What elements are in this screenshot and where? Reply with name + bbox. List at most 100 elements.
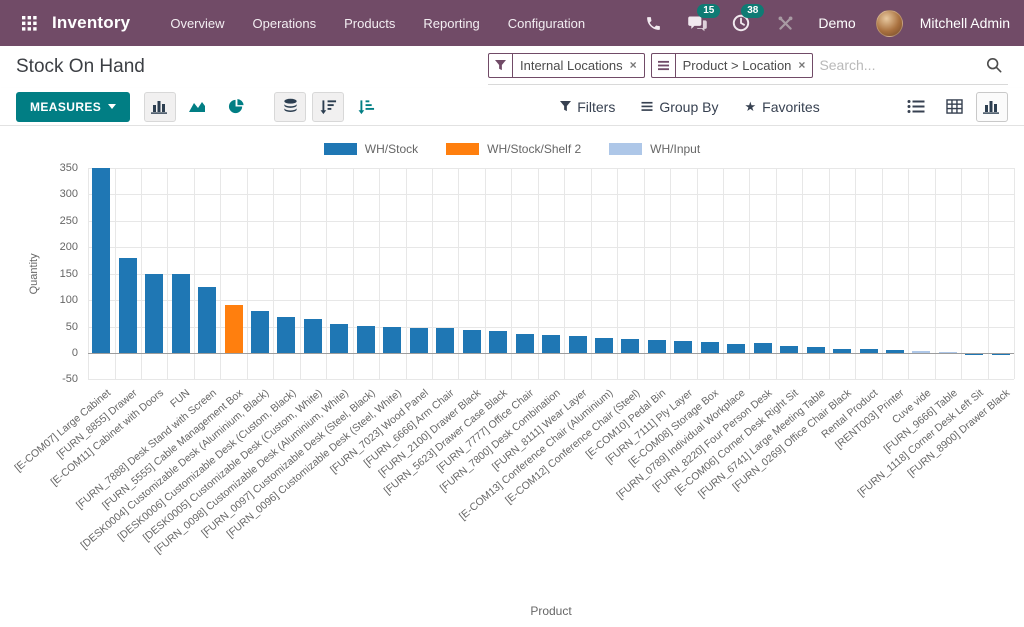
chart-bar[interactable] bbox=[701, 342, 719, 353]
view-switcher bbox=[900, 92, 1008, 122]
chart-bar[interactable] bbox=[119, 258, 137, 353]
search-input[interactable] bbox=[819, 57, 982, 73]
search-bar: Internal Locations × Product > Location … bbox=[488, 50, 1008, 85]
gridline bbox=[88, 300, 1014, 301]
list-view-icon[interactable] bbox=[900, 92, 932, 122]
menu-overview[interactable]: Overview bbox=[156, 0, 238, 46]
chart-bar[interactable] bbox=[780, 346, 798, 353]
chart-bar[interactable] bbox=[489, 331, 507, 353]
chart-bar[interactable] bbox=[198, 287, 216, 353]
chart-bar[interactable] bbox=[357, 326, 375, 354]
chart-bar[interactable] bbox=[251, 311, 269, 353]
graph-view-icon[interactable] bbox=[976, 92, 1008, 122]
y-axis-tick: 200 bbox=[34, 241, 78, 253]
remove-facet-icon[interactable]: × bbox=[798, 54, 812, 77]
chart-bar[interactable] bbox=[330, 324, 348, 353]
apps-menu-icon[interactable] bbox=[14, 8, 44, 38]
filter-icon bbox=[489, 54, 513, 77]
chart-bar[interactable] bbox=[145, 274, 163, 353]
y-axis-tick: 100 bbox=[34, 294, 78, 306]
remove-facet-icon[interactable]: × bbox=[630, 54, 644, 77]
y-axis-tick: 0 bbox=[34, 347, 78, 359]
search-options: Filters Group By ★ Favorites bbox=[560, 99, 820, 115]
gridline bbox=[88, 247, 1014, 248]
zero-axis-line bbox=[88, 353, 1014, 354]
filters-label: Filters bbox=[577, 99, 615, 115]
bar-chart-mode-icon[interactable] bbox=[144, 92, 176, 122]
demo-label[interactable]: Demo bbox=[818, 15, 855, 31]
legend-entry[interactable]: WH/Input bbox=[609, 142, 700, 156]
chart-bar[interactable] bbox=[383, 327, 401, 353]
sort-descending-icon[interactable] bbox=[312, 92, 344, 122]
top-navbar: Inventory Overview Operations Products R… bbox=[0, 0, 1024, 46]
sort-ascending-icon[interactable] bbox=[350, 92, 382, 122]
main-menu: Overview Operations Products Reporting C… bbox=[156, 0, 599, 46]
legend-swatch bbox=[609, 143, 642, 155]
favorites-button[interactable]: ★ Favorites bbox=[744, 99, 819, 115]
stock-on-hand-chart: WH/StockWH/Stock/Shelf 2WH/Input35030025… bbox=[0, 126, 1024, 627]
line-chart-mode-icon[interactable] bbox=[182, 92, 214, 122]
gridline bbox=[88, 221, 1014, 222]
legend-label: WH/Stock/Shelf 2 bbox=[487, 142, 581, 156]
filters-button[interactable]: Filters bbox=[560, 99, 615, 115]
measures-button[interactable]: MEASURES bbox=[16, 92, 130, 122]
activities-clock-icon[interactable]: 38 bbox=[724, 8, 758, 38]
chart-bar[interactable] bbox=[92, 168, 110, 353]
y-axis-tick: 300 bbox=[34, 188, 78, 200]
facet-label: Internal Locations bbox=[513, 54, 630, 77]
chart-bar[interactable] bbox=[621, 339, 639, 353]
user-name[interactable]: Mitchell Admin bbox=[920, 15, 1010, 31]
chart-bar[interactable] bbox=[674, 341, 692, 353]
chart-bar[interactable] bbox=[595, 338, 613, 353]
legend-swatch bbox=[446, 143, 479, 155]
menu-products[interactable]: Products bbox=[330, 0, 409, 46]
measures-label: MEASURES bbox=[30, 100, 101, 114]
chart-bar[interactable] bbox=[304, 319, 322, 353]
y-axis-tick: 250 bbox=[34, 215, 78, 227]
gridline bbox=[88, 379, 1014, 380]
activities-badge: 38 bbox=[741, 4, 764, 18]
chart-bar[interactable] bbox=[516, 334, 534, 353]
voip-phone-icon[interactable] bbox=[636, 8, 670, 38]
menu-operations[interactable]: Operations bbox=[239, 0, 331, 46]
messages-icon[interactable]: 15 bbox=[680, 8, 714, 38]
chart-bar[interactable] bbox=[225, 305, 243, 353]
pivot-view-icon[interactable] bbox=[938, 92, 970, 122]
legend-label: WH/Input bbox=[650, 142, 700, 156]
user-avatar[interactable] bbox=[876, 10, 903, 37]
chart-bar[interactable] bbox=[754, 343, 772, 353]
chart-bar[interactable] bbox=[542, 335, 560, 353]
favorites-label: Favorites bbox=[762, 99, 820, 115]
developer-tools-icon[interactable] bbox=[768, 8, 802, 38]
stacked-mode-icon[interactable] bbox=[274, 92, 306, 122]
gridline bbox=[1014, 168, 1015, 379]
menu-configuration[interactable]: Configuration bbox=[494, 0, 599, 46]
x-axis-title: Product bbox=[88, 604, 1014, 618]
legend-swatch bbox=[324, 143, 357, 155]
app-name[interactable]: Inventory bbox=[52, 13, 130, 33]
group-by-icon bbox=[641, 101, 653, 112]
menu-reporting[interactable]: Reporting bbox=[409, 0, 493, 46]
group-by-button[interactable]: Group By bbox=[641, 99, 718, 115]
chart-bar[interactable] bbox=[277, 317, 295, 353]
messages-badge: 15 bbox=[697, 4, 720, 18]
legend-entry[interactable]: WH/Stock/Shelf 2 bbox=[446, 142, 581, 156]
chart-bar[interactable] bbox=[727, 344, 745, 354]
chart-legend: WH/Stock WH/Stock/Shelf 2 WH/Input bbox=[0, 142, 1024, 156]
pie-chart-mode-icon[interactable] bbox=[220, 92, 252, 122]
group-by-icon bbox=[652, 54, 676, 77]
search-icon[interactable] bbox=[982, 57, 1006, 73]
nav-right: 15 38 Demo Mitchell Admin bbox=[636, 8, 1010, 38]
y-axis-tick: 50 bbox=[34, 321, 78, 333]
facet-product-location: Product > Location × bbox=[651, 53, 814, 78]
chart-bar[interactable] bbox=[436, 328, 454, 353]
chart-bar[interactable] bbox=[172, 274, 190, 353]
chart-bar[interactable] bbox=[648, 340, 666, 353]
legend-entry[interactable]: WH/Stock bbox=[324, 142, 418, 156]
chart-bar[interactable] bbox=[410, 328, 428, 353]
nav-left: Inventory Overview Operations Products R… bbox=[14, 0, 599, 46]
chart-bar[interactable] bbox=[463, 330, 481, 353]
y-axis-title: Quantity bbox=[28, 168, 40, 379]
chart-bar[interactable] bbox=[569, 336, 587, 353]
page-title: Stock On Hand bbox=[16, 56, 145, 78]
